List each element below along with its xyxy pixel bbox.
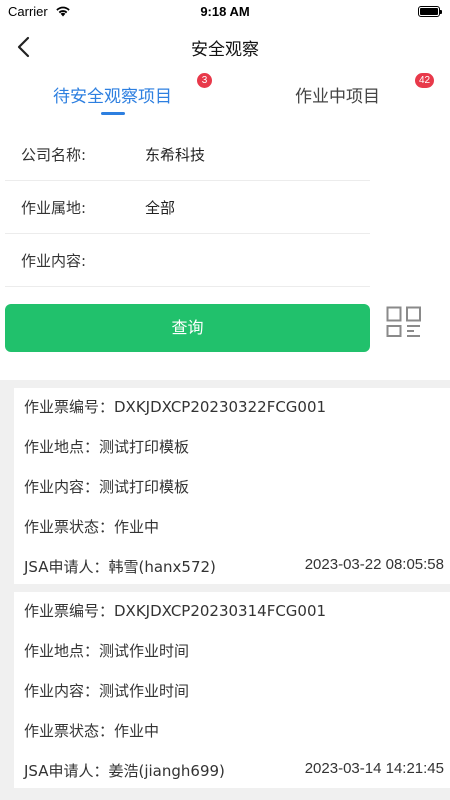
company-name-field[interactable]: 公司名称: 东希科技 bbox=[5, 128, 370, 181]
page-title: 安全观察 bbox=[191, 40, 259, 60]
ticket-card[interactable]: 作业票编号：DXKJDXCP20230314FCG001 作业地点：测试作业时间… bbox=[14, 592, 450, 788]
ticket-number: 作业票编号：DXKJDXCP20230314FCG001 bbox=[24, 602, 327, 620]
field-label: 公司名称: bbox=[21, 146, 87, 164]
ticket-time: 2023-03-14 14:21:45 bbox=[304, 760, 444, 777]
nav-bar: 安全观察 bbox=[0, 24, 450, 70]
field-value: 东希科技 bbox=[145, 146, 206, 164]
ticket-content: 作业内容：测试打印模板 bbox=[24, 478, 190, 496]
field-value: 全部 bbox=[145, 199, 176, 217]
ticket-location: 作业地点：测试作业时间 bbox=[24, 642, 190, 660]
ticket-list: 作业票编号：DXKJDXCP20230322FCG001 作业地点：测试打印模板… bbox=[0, 380, 450, 800]
field-label: 作业属地: bbox=[21, 199, 87, 217]
ticket-status: 作业票状态：作业中 bbox=[24, 518, 160, 536]
work-area-field[interactable]: 作业属地: 全部 bbox=[5, 181, 370, 234]
ticket-applicant: JSA申请人：姜浩(jiangh699) bbox=[24, 762, 225, 780]
battery-icon bbox=[418, 6, 442, 17]
ticket-location: 作业地点：测试打印模板 bbox=[24, 438, 190, 456]
status-bar: Carrier 9:18 AM bbox=[0, 0, 450, 24]
count-badge: 3 bbox=[197, 73, 212, 88]
ticket-content: 作业内容：测试作业时间 bbox=[24, 682, 190, 700]
ticket-number: 作业票编号：DXKJDXCP20230322FCG001 bbox=[24, 398, 327, 416]
work-content-field[interactable]: 作业内容: bbox=[5, 234, 370, 287]
ticket-card[interactable]: 作业票编号：DXKJDXCP20230322FCG001 作业地点：测试打印模板… bbox=[14, 388, 450, 584]
ticket-status: 作业票状态：作业中 bbox=[24, 722, 160, 740]
query-button[interactable]: 查询 bbox=[5, 304, 370, 352]
tab-in-progress[interactable]: 作业中项目 42 bbox=[225, 70, 450, 122]
ticket-applicant: JSA申请人：韩雪(hanx572) bbox=[24, 558, 216, 576]
clock-label: 9:18 AM bbox=[200, 4, 250, 19]
scan-icon[interactable] bbox=[386, 306, 422, 338]
count-badge: 42 bbox=[415, 73, 435, 88]
tab-label: 待安全观察项目 bbox=[53, 87, 172, 107]
field-label: 作业内容: bbox=[21, 252, 87, 270]
tab-bar: 待安全观察项目 3 作业中项目 42 bbox=[0, 70, 450, 122]
ticket-time: 2023-03-22 08:05:58 bbox=[304, 556, 444, 573]
active-tab-indicator bbox=[101, 112, 125, 115]
tab-pending-observation[interactable]: 待安全观察项目 3 bbox=[0, 70, 225, 122]
